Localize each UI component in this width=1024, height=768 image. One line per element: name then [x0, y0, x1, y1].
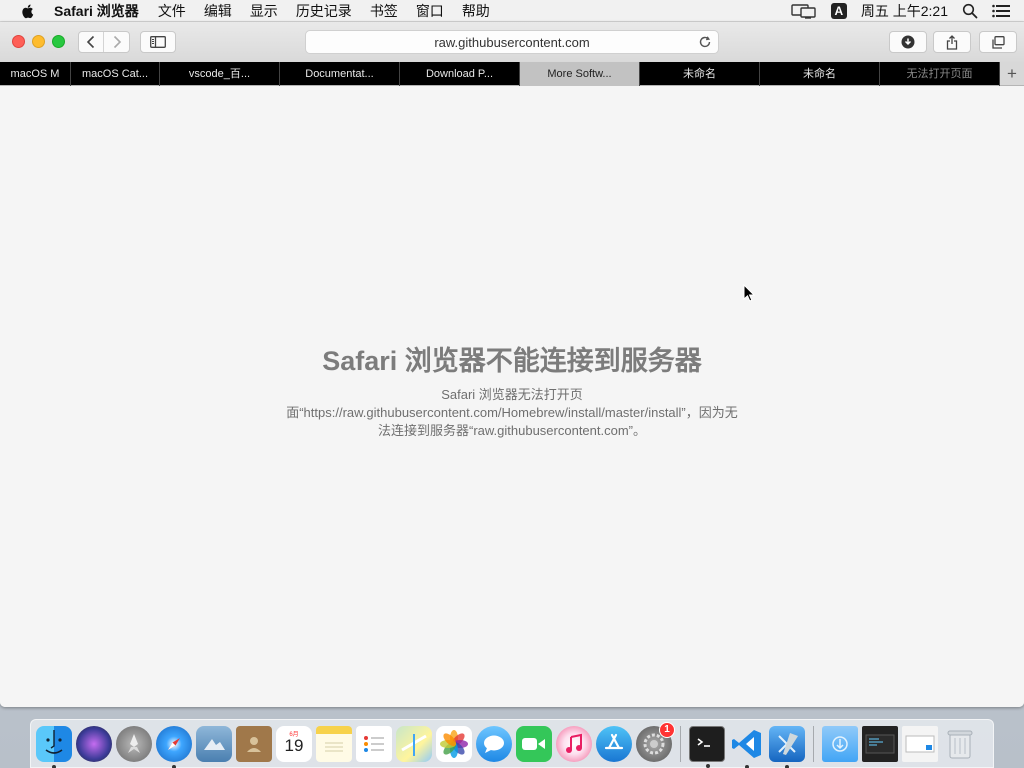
address-bar-url: raw.githubusercontent.com	[434, 34, 590, 50]
dock-separator	[680, 725, 681, 762]
downloads-folder-icon[interactable]	[822, 725, 858, 762]
chevron-left-icon	[86, 35, 95, 49]
tab-item[interactable]: 未命名	[640, 62, 760, 86]
trash-icon[interactable]	[942, 726, 978, 762]
page-content: Safari 浏览器不能连接到服务器 Safari 浏览器无法打开页面“http…	[0, 86, 1024, 707]
itunes-icon[interactable]	[556, 725, 592, 762]
sidebar-toggle-button[interactable]	[140, 31, 176, 53]
mouse-cursor-icon	[743, 284, 755, 302]
terminal-icon[interactable]	[689, 725, 725, 768]
error-message: Safari 浏览器无法打开页面“https://raw.githubuserc…	[286, 387, 738, 438]
tab-item[interactable]: Download P...	[400, 62, 520, 86]
system-preferences-badge: 1	[659, 721, 675, 738]
tab-item[interactable]: macOS Cat...	[71, 62, 160, 86]
mail-icon[interactable]	[196, 725, 232, 762]
safari-icon[interactable]	[156, 725, 192, 768]
airplay-display-icon[interactable]	[791, 3, 817, 19]
preview-stack-icon[interactable]	[902, 725, 938, 762]
menu-history[interactable]: 历史记录	[296, 1, 352, 21]
system-preferences-icon[interactable]: 1	[636, 721, 675, 762]
input-source-icon[interactable]: A	[830, 3, 847, 19]
tab-item[interactable]: 未命名	[760, 62, 880, 86]
menubar-clock[interactable]: 周五 上午2:21	[861, 1, 948, 21]
sidebar-icon	[150, 36, 166, 48]
facetime-icon[interactable]	[516, 725, 552, 762]
notes-icon[interactable]	[316, 725, 352, 762]
tab-overview-icon	[992, 35, 1005, 49]
reload-icon[interactable]	[698, 35, 712, 49]
tab-item[interactable]: vscode_百...	[160, 62, 280, 86]
finder-icon[interactable]	[36, 725, 72, 768]
close-window-button[interactable]	[12, 35, 25, 48]
maps-icon[interactable]	[396, 725, 432, 762]
download-icon	[901, 35, 915, 49]
chevron-right-icon	[113, 35, 121, 49]
menu-window[interactable]: 窗口	[416, 1, 444, 21]
dock: 6月 19 1	[30, 719, 994, 768]
menu-app-name[interactable]: Safari 浏览器	[54, 1, 139, 21]
back-button[interactable]	[79, 32, 104, 52]
app-store-icon[interactable]	[596, 725, 632, 762]
calendar-day: 19	[284, 735, 304, 755]
menu-edit[interactable]: 编辑	[204, 1, 232, 21]
menu-bookmarks[interactable]: 书签	[370, 1, 398, 21]
photos-icon[interactable]	[436, 725, 472, 762]
share-button[interactable]	[933, 31, 971, 53]
menu-help[interactable]: 帮助	[462, 1, 490, 21]
messages-icon[interactable]	[476, 725, 512, 762]
tab-item[interactable]: Documentat...	[280, 62, 400, 86]
navigation-buttons	[78, 31, 130, 53]
address-bar[interactable]: raw.githubusercontent.com	[305, 30, 719, 54]
forward-button[interactable]	[104, 32, 129, 52]
error-title: Safari 浏览器不能连接到服务器	[322, 346, 702, 376]
vscode-icon[interactable]	[729, 726, 765, 768]
contacts-icon[interactable]	[236, 725, 272, 762]
minimize-window-button[interactable]	[32, 35, 45, 48]
tab-item[interactable]: macOS M	[0, 62, 71, 86]
notification-center-icon[interactable]	[992, 4, 1010, 18]
tab-overview-button[interactable]	[979, 31, 1017, 53]
new-tab-button[interactable]: +	[1000, 62, 1024, 85]
menu-bar: Safari 浏览器 文件 编辑 显示 历史记录 书签 窗口 帮助 A 周五 上…	[0, 0, 1024, 22]
safari-window: raw.githubusercontent.com macOS M macOS …	[0, 22, 1024, 707]
tab-bar: macOS M macOS Cat... vscode_百... Documen…	[0, 62, 1024, 86]
spotlight-search-icon[interactable]	[962, 3, 978, 19]
siri-icon[interactable]	[76, 725, 112, 762]
tab-item[interactable]: 无法打开页面	[880, 62, 1000, 86]
toolbar: raw.githubusercontent.com	[0, 22, 1024, 62]
screenshot-stack-icon[interactable]	[862, 725, 898, 762]
tab-item-active[interactable]: More Softw...	[520, 62, 640, 86]
dock-separator	[813, 725, 814, 762]
calendar-icon[interactable]: 6月 19	[276, 725, 312, 762]
downloads-button[interactable]	[889, 31, 927, 53]
menu-view[interactable]: 显示	[250, 1, 278, 21]
fullscreen-window-button[interactable]	[52, 35, 65, 48]
xcode-icon[interactable]	[769, 725, 805, 768]
menu-file[interactable]: 文件	[158, 1, 186, 21]
reminders-icon[interactable]	[356, 725, 392, 762]
share-icon	[946, 34, 958, 50]
launchpad-icon[interactable]	[116, 725, 152, 762]
apple-logo-icon[interactable]	[19, 2, 37, 20]
